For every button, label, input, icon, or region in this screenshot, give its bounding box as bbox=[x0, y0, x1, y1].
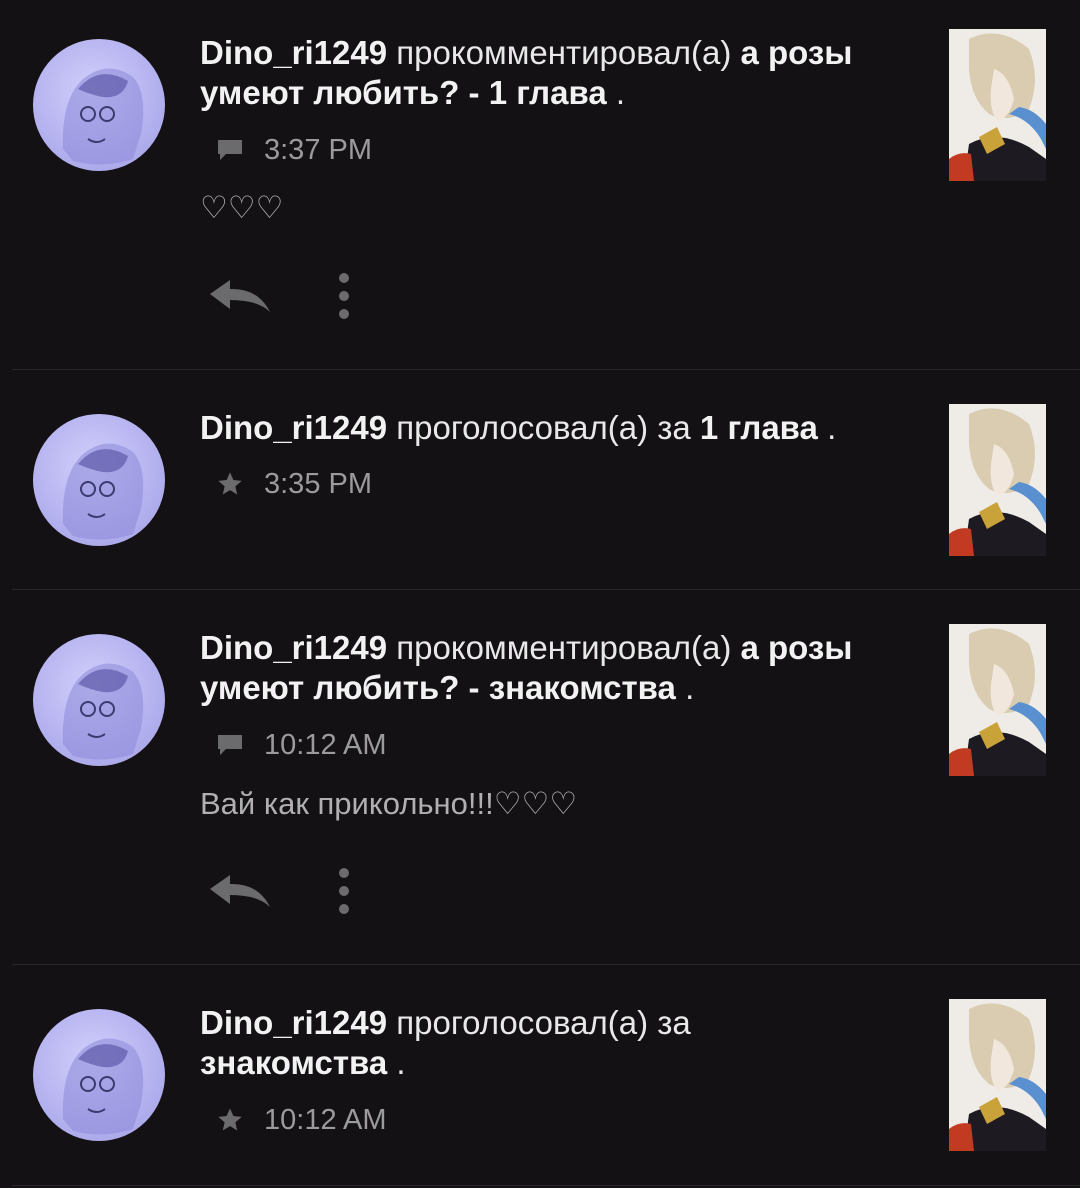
timestamp: 10:12 AM bbox=[264, 728, 387, 761]
story-cover-thumbnail[interactable] bbox=[949, 29, 1046, 181]
reply-icon bbox=[210, 875, 270, 907]
headline-end: . bbox=[615, 74, 626, 111]
user-avatar[interactable] bbox=[33, 1009, 165, 1141]
story-cover-thumbnail[interactable] bbox=[949, 624, 1046, 776]
timestamp: 10:12 AM bbox=[264, 1103, 387, 1136]
notification-item[interactable]: Dino_ri1249 проголосовал(а) за 1 глава .… bbox=[0, 370, 1080, 590]
reply-icon bbox=[210, 280, 270, 312]
headline-end: . bbox=[685, 669, 695, 706]
star-icon bbox=[218, 1108, 242, 1131]
reply-button[interactable] bbox=[208, 272, 274, 322]
headline-end: . bbox=[396, 1044, 406, 1081]
user-avatar[interactable] bbox=[33, 39, 165, 171]
star-icon bbox=[218, 472, 242, 495]
comment-icon bbox=[218, 140, 242, 160]
headline-end: . bbox=[827, 409, 837, 446]
notification-headline: Dino_ri1249 прокомментировал(а) а розы у… bbox=[200, 628, 920, 708]
username-link[interactable]: Dino_ri1249 bbox=[200, 34, 387, 71]
notification-meta: 10:12 AM bbox=[216, 1102, 387, 1138]
username-link[interactable]: Dino_ri1249 bbox=[200, 1004, 387, 1041]
title-separator: - bbox=[468, 74, 480, 111]
username-link[interactable]: Dino_ri1249 bbox=[200, 629, 387, 666]
title-separator: - bbox=[468, 669, 480, 706]
reply-button[interactable] bbox=[208, 867, 274, 917]
part-title-link[interactable]: знакомства bbox=[200, 1044, 387, 1081]
notification-feed: Dino_ri1249 прокомментировал(а) а розы у… bbox=[0, 0, 1080, 1188]
more-options-button[interactable] bbox=[332, 867, 356, 917]
username-link[interactable]: Dino_ri1249 bbox=[200, 409, 387, 446]
timestamp: 3:37 PM bbox=[264, 133, 372, 166]
action-text: прокомментировал(а) bbox=[396, 629, 732, 666]
notification-item[interactable]: Dino_ri1249 проголосовал(а) за знакомств… bbox=[0, 965, 1080, 1188]
notification-item[interactable]: Dino_ri1249 прокомментировал(а) а розы у… bbox=[0, 0, 1080, 370]
part-title-link[interactable]: 1 глава bbox=[489, 74, 607, 111]
story-cover-thumbnail[interactable] bbox=[949, 404, 1046, 556]
item-divider bbox=[12, 1185, 1080, 1186]
action-text: проголосовал(а) за bbox=[396, 1004, 691, 1041]
more-options-button[interactable] bbox=[332, 272, 356, 322]
comment-text: Вай как прикольно!!!♡♡♡ bbox=[200, 786, 578, 821]
comment-text: ♡♡♡ bbox=[200, 190, 284, 225]
part-title-link[interactable]: 1 глава bbox=[700, 409, 818, 446]
comment-icon bbox=[218, 735, 242, 755]
notification-meta: 10:12 AM bbox=[216, 727, 387, 763]
user-avatar[interactable] bbox=[33, 634, 165, 766]
notification-headline: Dino_ri1249 прокомментировал(а) а розы у… bbox=[200, 33, 920, 113]
timestamp: 3:35 PM bbox=[264, 467, 372, 500]
more-vertical-icon bbox=[339, 868, 349, 914]
action-text: прокомментировал(а) bbox=[396, 34, 732, 71]
part-title-link[interactable]: знакомства bbox=[489, 669, 676, 706]
user-avatar[interactable] bbox=[33, 414, 165, 546]
notification-item[interactable]: Dino_ri1249 прокомментировал(а) а розы у… bbox=[0, 590, 1080, 965]
notification-meta: 3:37 PM bbox=[216, 132, 372, 168]
notification-headline: Dino_ri1249 проголосовал(а) за 1 глава . bbox=[200, 408, 920, 448]
notification-headline: Dino_ri1249 проголосовал(а) за знакомств… bbox=[200, 1003, 760, 1083]
story-cover-thumbnail[interactable] bbox=[949, 999, 1046, 1151]
notification-meta: 3:35 PM bbox=[216, 466, 372, 502]
action-text: проголосовал(а) за bbox=[396, 409, 691, 446]
more-vertical-icon bbox=[339, 273, 349, 319]
